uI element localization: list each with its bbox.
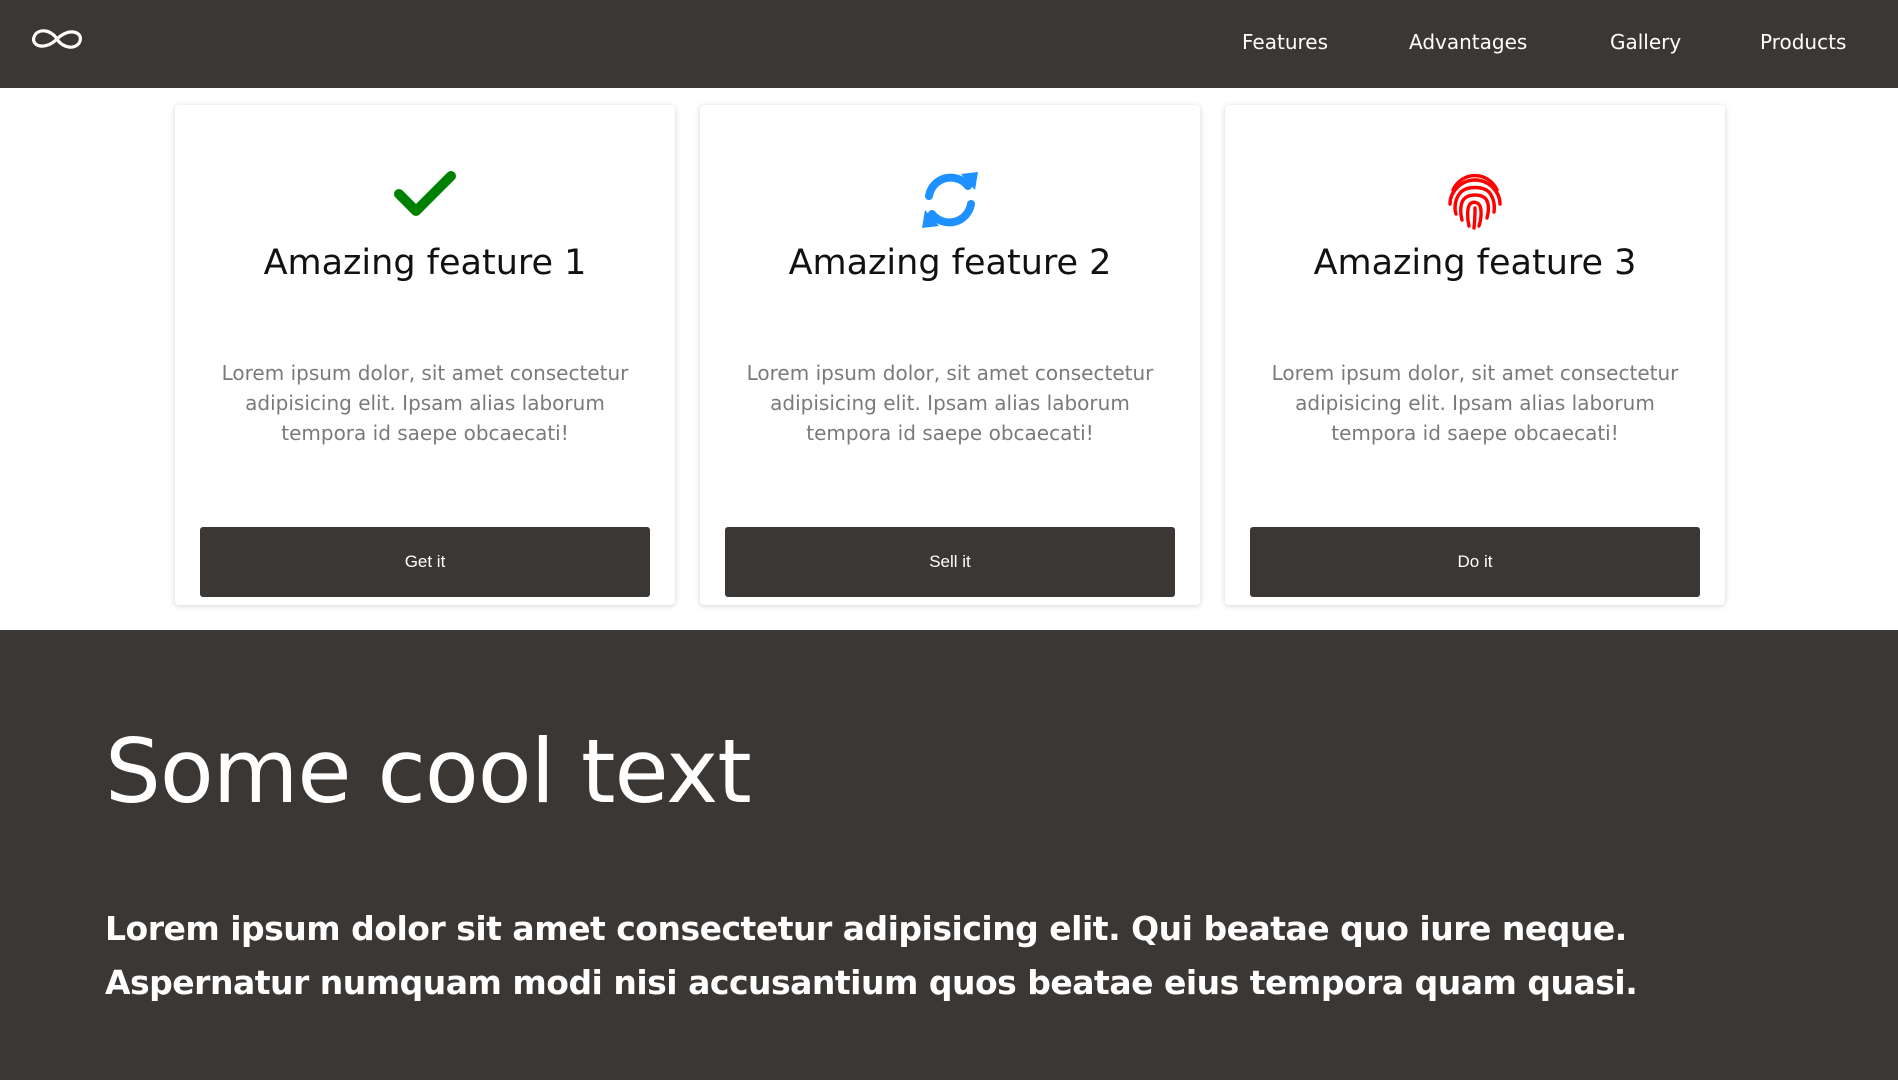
card-title: Amazing feature 1: [263, 243, 587, 283]
feature-card: Amazing feature 3 Lorem ipsum dolor, sit…: [1225, 105, 1725, 605]
check-icon: [394, 171, 456, 216]
card-text: Lorem ipsum dolor, sit amet consectetur …: [746, 361, 1154, 445]
do-it-button[interactable]: Do it: [1250, 527, 1700, 597]
card-title: Amazing feature 3: [1313, 243, 1637, 283]
hero-section: Some cool text Lorem ipsum dolor sit ame…: [0, 630, 1898, 1080]
nav-link-products[interactable]: Products: [1760, 30, 1846, 54]
refresh-icon: [922, 172, 978, 228]
nav-link-gallery[interactable]: Gallery: [1610, 30, 1681, 54]
nav-link-features[interactable]: Features: [1242, 30, 1328, 54]
nav-link-advantages[interactable]: Advantages: [1409, 30, 1527, 54]
card-text: Lorem ipsum dolor, sit amet consectetur …: [221, 361, 629, 445]
feature-card: Amazing feature 2 Lorem ipsum dolor, sit…: [700, 105, 1200, 605]
feature-card: Amazing feature 1 Lorem ipsum dolor, sit…: [175, 105, 675, 605]
card-text: Lorem ipsum dolor, sit amet consectetur …: [1271, 361, 1679, 445]
card-title: Amazing feature 2: [788, 243, 1112, 283]
fingerprint-icon: [1448, 173, 1502, 230]
sell-it-button[interactable]: Sell it: [725, 527, 1175, 597]
infinity-icon[interactable]: [27, 24, 87, 54]
hero-text: Lorem ipsum dolor sit amet consectetur a…: [105, 909, 1638, 1002]
navbar: Features Advantages Gallery Products: [0, 0, 1898, 88]
feature-cards-section: Amazing feature 1 Lorem ipsum dolor, sit…: [0, 88, 1898, 630]
get-it-button[interactable]: Get it: [200, 527, 650, 597]
hero-title: Some cool text: [105, 720, 752, 823]
